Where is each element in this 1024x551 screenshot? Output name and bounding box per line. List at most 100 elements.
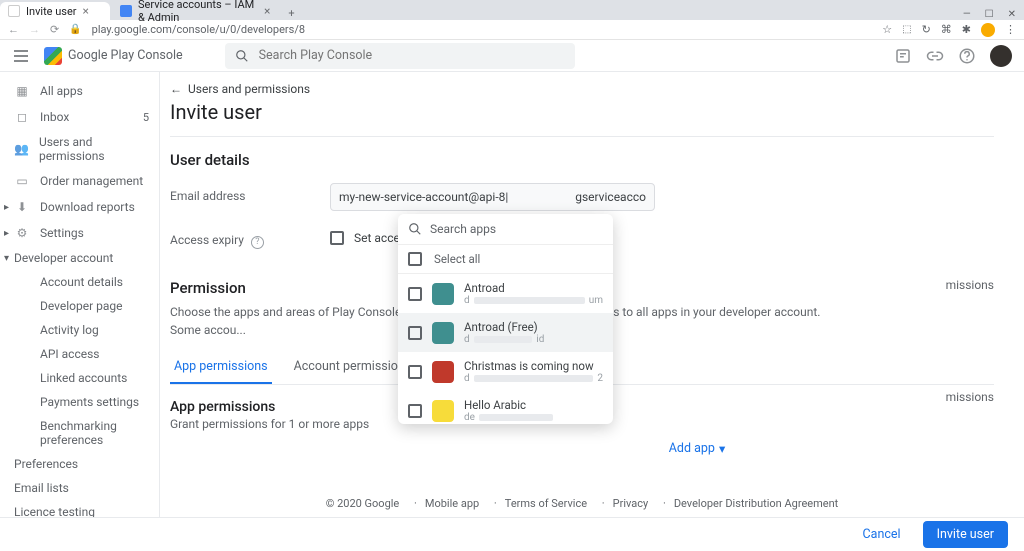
minimize-icon[interactable]: — (963, 9, 971, 20)
add-app-button[interactable]: Add app ▾ (669, 441, 725, 457)
close-icon[interactable]: × (264, 4, 270, 18)
gear-icon: ⚙ (14, 225, 30, 241)
sidebar-item-benchmarking[interactable]: Benchmarking preferences (0, 414, 159, 452)
sidebar-item-linked-accounts[interactable]: Linked accounts (0, 366, 159, 390)
sidebar-item-all-apps[interactable]: ▦All apps (0, 78, 159, 104)
inbox-icon: ◻ (14, 109, 30, 125)
app-checkbox[interactable] (408, 326, 422, 340)
menu-icon[interactable] (12, 47, 30, 65)
forward-icon[interactable]: → (29, 23, 40, 36)
cancel-button[interactable]: Cancel (853, 521, 911, 548)
app-checkbox[interactable] (408, 404, 422, 418)
sidebar-item-preferences[interactable]: Preferences (0, 452, 159, 476)
popup-select-all[interactable]: Select all (398, 245, 613, 274)
play-console-logo[interactable]: Google Play Console (44, 47, 183, 65)
help-icon[interactable] (958, 47, 976, 65)
browser-tabstrip: Invite user × Service accounts – IAM & A… (0, 0, 1024, 20)
search-icon (235, 49, 249, 63)
email-input[interactable]: my-new-service-account@api-8| gserviceac… (330, 183, 655, 211)
app-picker-popup: Search apps Select all Antroaddum Antroa… (398, 214, 613, 424)
app-checkbox[interactable] (408, 287, 422, 301)
truncated-text: missions (946, 278, 994, 292)
qr-icon[interactable]: ⬚ (902, 24, 911, 35)
select-all-checkbox[interactable] (408, 252, 422, 266)
sidebar-item-email-lists[interactable]: Email lists (0, 476, 159, 500)
app-row[interactable]: Antroad (Free)did (398, 313, 613, 352)
inbox-badge: 5 (143, 111, 149, 124)
sidebar-item-inbox[interactable]: ◻Inbox5 (0, 104, 159, 130)
close-window-icon[interactable]: ✕ (1008, 9, 1016, 20)
close-icon[interactable]: × (83, 4, 89, 18)
reload-icon[interactable]: ⟳ (50, 23, 59, 36)
back-icon[interactable]: ← (8, 23, 19, 36)
browser-tab-2[interactable]: Service accounts – IAM & Admin × (112, 2, 278, 20)
email-label: Email address (170, 183, 330, 203)
puzzle-icon[interactable]: ✱ (962, 23, 971, 36)
browser-addressbar: ← → ⟳ 🔒 play.google.com/console/u/0/deve… (0, 20, 1024, 40)
sidebar-item-payments[interactable]: Payments settings (0, 390, 159, 414)
extension-icon[interactable]: ⌘ (941, 23, 952, 36)
footer: © 2020 Google Mobile app Terms of Servic… (170, 497, 994, 510)
popup-search-placeholder: Search apps (430, 222, 496, 236)
sidebar: ▦All apps ◻Inbox5 👥Users and permissions… (0, 72, 160, 551)
sidebar-item-api-access[interactable]: API access (0, 342, 159, 366)
footer-mobile[interactable]: Mobile app (414, 497, 479, 510)
card-icon: ▭ (14, 173, 30, 189)
tab-title: Service accounts – IAM & Admin (138, 0, 258, 24)
app-row[interactable]: Hello Arabicde (398, 391, 613, 424)
sidebar-item-settings[interactable]: ⚙Settings (0, 220, 159, 246)
profile-avatar[interactable] (981, 23, 995, 37)
new-tab-button[interactable]: + (280, 7, 302, 20)
favicon-icon (120, 5, 132, 17)
search-input[interactable] (259, 48, 565, 63)
account-avatar[interactable] (990, 45, 1012, 67)
sidebar-item-order[interactable]: ▭Order management (0, 168, 159, 194)
notes-icon[interactable] (894, 47, 912, 65)
sidebar-item-activity-log[interactable]: Activity log (0, 318, 159, 342)
console-search[interactable] (225, 43, 575, 69)
favicon-icon (8, 5, 20, 17)
page-title: Invite user (170, 100, 994, 137)
link-icon[interactable] (926, 47, 944, 65)
action-bar: Cancel Invite user (0, 517, 1024, 551)
arrow-left-icon: ← (170, 82, 182, 96)
app-icon (432, 361, 454, 383)
sidebar-item-developer-page[interactable]: Developer page (0, 294, 159, 318)
kebab-icon[interactable]: ⋮ (1005, 23, 1016, 36)
browser-tab-1[interactable]: Invite user × (0, 2, 110, 20)
user-details-heading: User details (170, 151, 994, 169)
tab-account-permissions[interactable]: Account permissions (290, 351, 416, 384)
app-checkbox[interactable] (408, 365, 422, 379)
footer-terms[interactable]: Terms of Service (494, 497, 587, 510)
star-icon[interactable]: ☆ (882, 23, 892, 36)
footer-privacy[interactable]: Privacy (602, 497, 648, 510)
popup-app-list[interactable]: Antroaddum Antroad (Free)did Christmas i… (398, 274, 613, 424)
sidebar-item-users[interactable]: 👥Users and permissions (0, 130, 159, 168)
tab-title: Invite user (26, 5, 77, 18)
maximize-icon[interactable]: ☐ (985, 9, 994, 20)
breadcrumb-back[interactable]: ← Users and permissions (170, 82, 994, 96)
invite-user-button[interactable]: Invite user (923, 521, 1008, 548)
access-expiry-label: Access expiry ? (170, 227, 330, 249)
tab-app-permissions[interactable]: App permissions (170, 351, 272, 384)
console-topbar: Google Play Console (0, 40, 1024, 72)
footer-dist[interactable]: Developer Distribution Agreement (663, 497, 838, 510)
brand-label: Google Play Console (68, 48, 183, 63)
footer-copyright: © 2020 Google (326, 497, 400, 510)
popup-search-row[interactable]: Search apps (398, 214, 613, 245)
sync-icon[interactable]: ↻ (922, 23, 931, 36)
help-badge-icon[interactable]: ? (251, 236, 264, 249)
app-row[interactable]: Antroaddum (398, 274, 613, 313)
download-icon: ⬇ (14, 199, 30, 215)
url-field[interactable]: play.google.com/console/u/0/developers/8 (92, 23, 873, 36)
chevron-down-icon: ▾ (719, 441, 725, 457)
sidebar-item-account-details[interactable]: Account details (0, 270, 159, 294)
access-expiry-checkbox[interactable] (330, 231, 344, 245)
sidebar-item-download[interactable]: ⬇Download reports (0, 194, 159, 220)
lock-icon: 🔒 (69, 24, 81, 35)
play-logo-icon (44, 47, 62, 65)
app-icon (432, 322, 454, 344)
sidebar-item-dev-account[interactable]: Developer account (0, 246, 159, 270)
app-row[interactable]: Christmas is coming nowd2 (398, 352, 613, 391)
grid-icon: ▦ (14, 83, 30, 99)
